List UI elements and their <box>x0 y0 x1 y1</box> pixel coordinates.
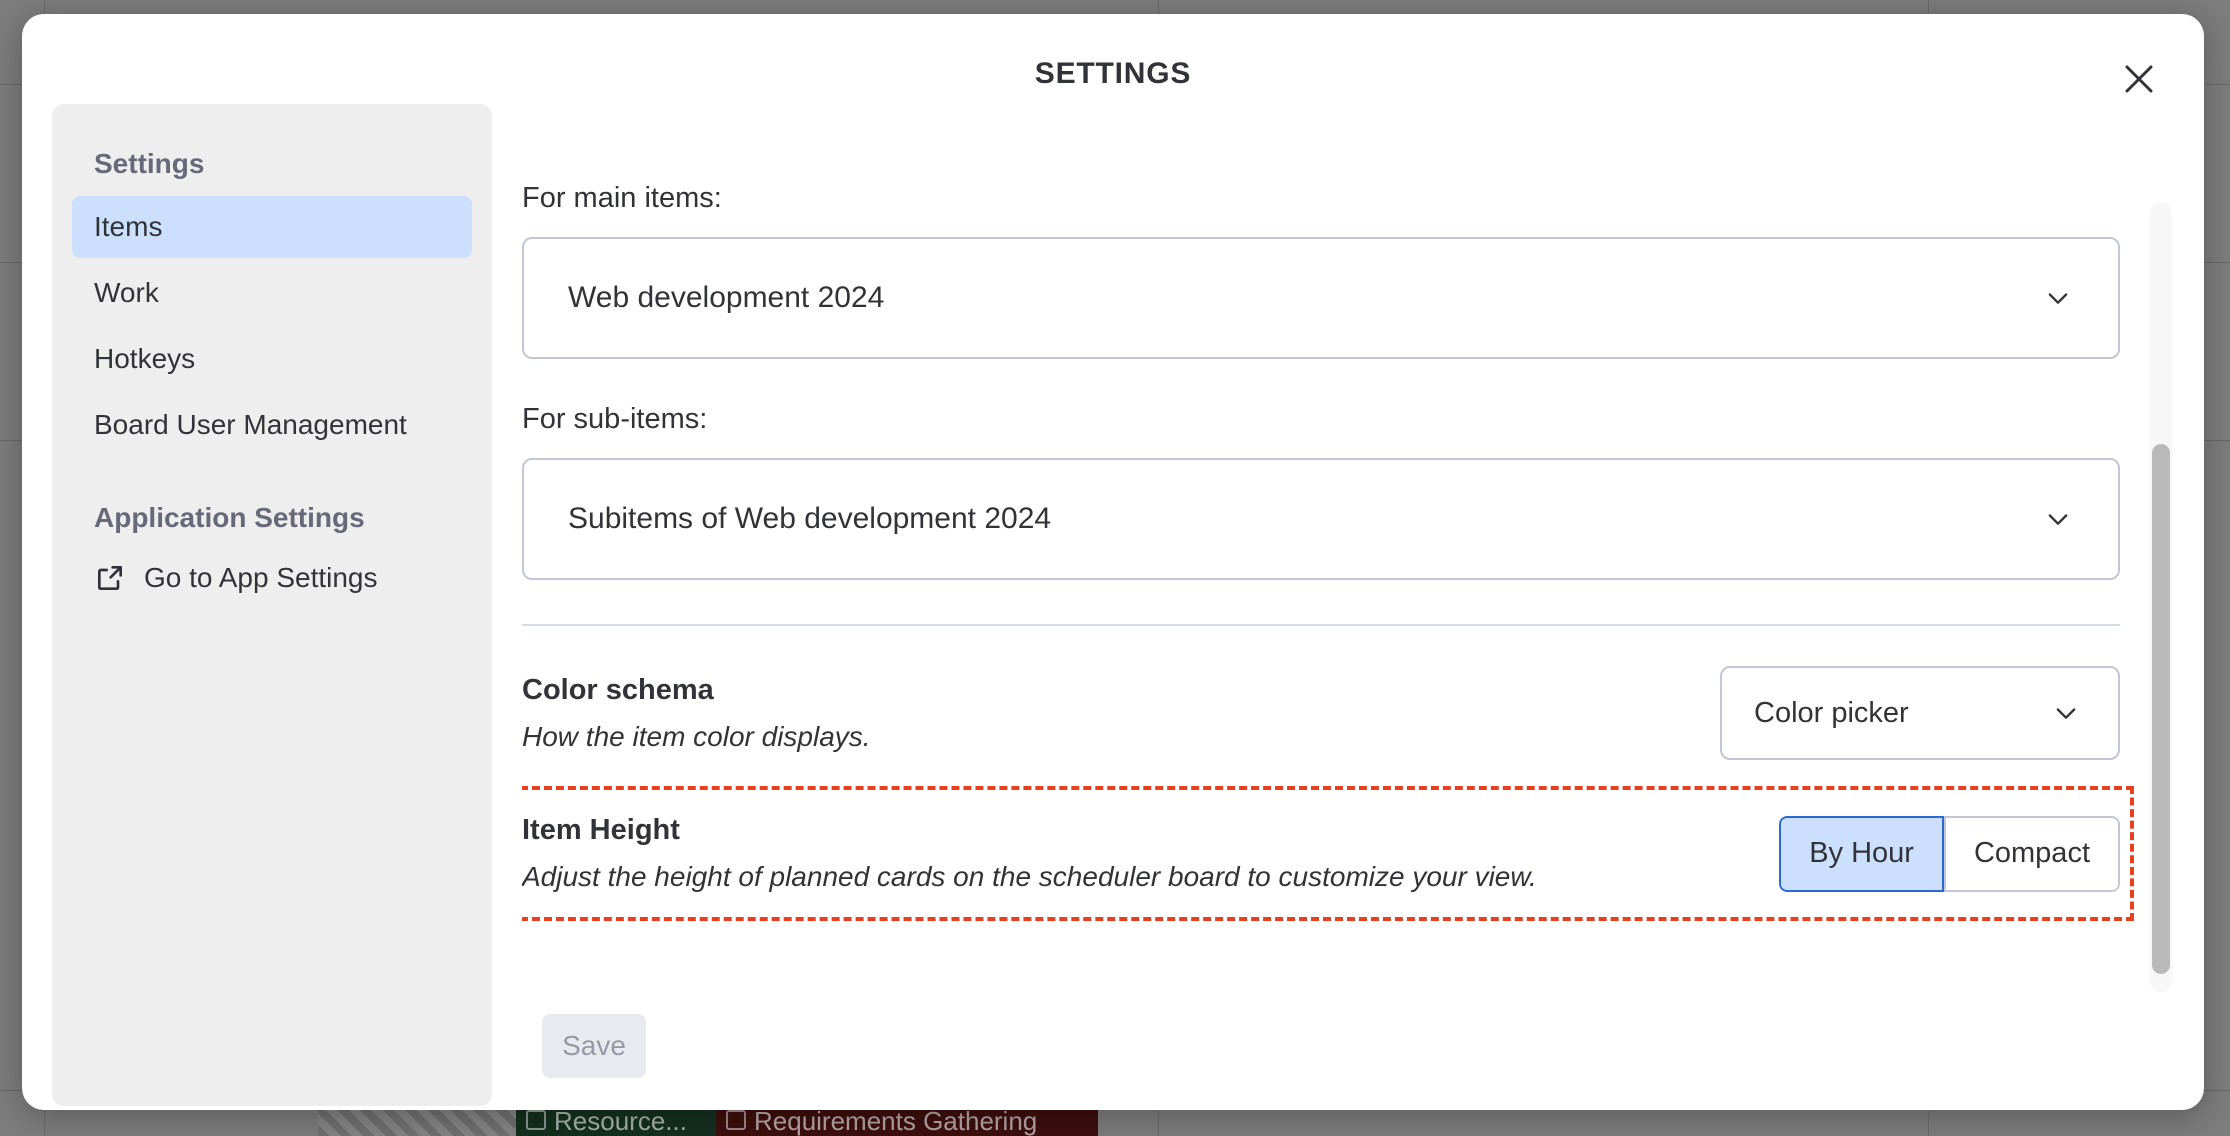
item-height-description: Adjust the height of planned cards on th… <box>522 861 1739 893</box>
sidebar-item-label: Items <box>94 211 162 242</box>
content-scrollbar-thumb[interactable] <box>2152 444 2170 974</box>
chevron-down-icon <box>2052 699 2080 727</box>
main-items-label: For main items: <box>522 182 2122 215</box>
color-schema-row: Color schema How the item color displays… <box>522 652 2120 774</box>
sidebar-item-label: Go to App Settings <box>144 562 378 594</box>
sidebar-item-label: Hotkeys <box>94 343 195 374</box>
sidebar-section-settings: Settings <box>72 134 472 196</box>
color-schema-title: Color schema <box>522 674 1680 707</box>
section-divider <box>522 624 2120 626</box>
card-icon <box>526 1110 546 1130</box>
item-height-text: Item Height Adjust the height of planned… <box>522 814 1779 893</box>
sidebar-item-hotkeys[interactable]: Hotkeys <box>72 328 472 390</box>
sub-items-select[interactable]: Subitems of Web development 2024 <box>522 458 2120 580</box>
item-height-option-by-hour[interactable]: By Hour <box>1779 816 1944 892</box>
settings-sidebar: Settings Items Work Hotkeys Board User M… <box>52 104 492 1106</box>
sidebar-item-go-to-app-settings[interactable]: Go to App Settings <box>72 550 472 606</box>
page-title: SETTINGS <box>22 57 2204 91</box>
settings-modal: SETTINGS Settings Items Work Hotkeys Boa… <box>22 14 2204 1110</box>
external-link-icon <box>94 562 126 594</box>
sidebar-item-label: Board User Management <box>94 409 407 440</box>
main-items-select[interactable]: Web development 2024 <box>522 237 2120 359</box>
item-height-option-compact[interactable]: Compact <box>1944 816 2120 892</box>
chevron-down-icon <box>2044 505 2072 533</box>
settings-content: For main items: Web development 2024 For… <box>522 182 2162 982</box>
sub-items-value: Subitems of Web development 2024 <box>568 502 2044 536</box>
color-schema-value: Color picker <box>1754 697 2052 730</box>
sidebar-section-application-settings: Application Settings <box>72 460 472 550</box>
sub-items-label: For sub-items: <box>522 403 2122 436</box>
color-schema-description: How the item color displays. <box>522 721 1680 753</box>
sidebar-item-label: Work <box>94 277 159 308</box>
save-button[interactable]: Save <box>542 1014 646 1078</box>
item-height-option-label: By Hour <box>1809 837 1914 870</box>
color-schema-text: Color schema How the item color displays… <box>522 674 1720 753</box>
sidebar-item-board-user-management[interactable]: Board User Management <box>72 394 472 456</box>
item-height-title: Item Height <box>522 814 1739 847</box>
chevron-down-icon <box>2044 284 2072 312</box>
card-icon <box>726 1110 746 1130</box>
item-height-toggle-group: By Hour Compact <box>1779 816 2120 892</box>
item-height-row: Item Height Adjust the height of planned… <box>522 800 2120 907</box>
sidebar-item-items[interactable]: Items <box>72 196 472 258</box>
color-schema-select[interactable]: Color picker <box>1720 666 2120 760</box>
background-card-label: Requirements Gathering <box>754 1106 1037 1136</box>
item-height-option-label: Compact <box>1974 837 2090 870</box>
sidebar-item-work[interactable]: Work <box>72 262 472 324</box>
main-items-value: Web development 2024 <box>568 281 2044 315</box>
close-icon[interactable] <box>2112 52 2166 106</box>
background-card-label: Resource... <box>554 1106 687 1136</box>
